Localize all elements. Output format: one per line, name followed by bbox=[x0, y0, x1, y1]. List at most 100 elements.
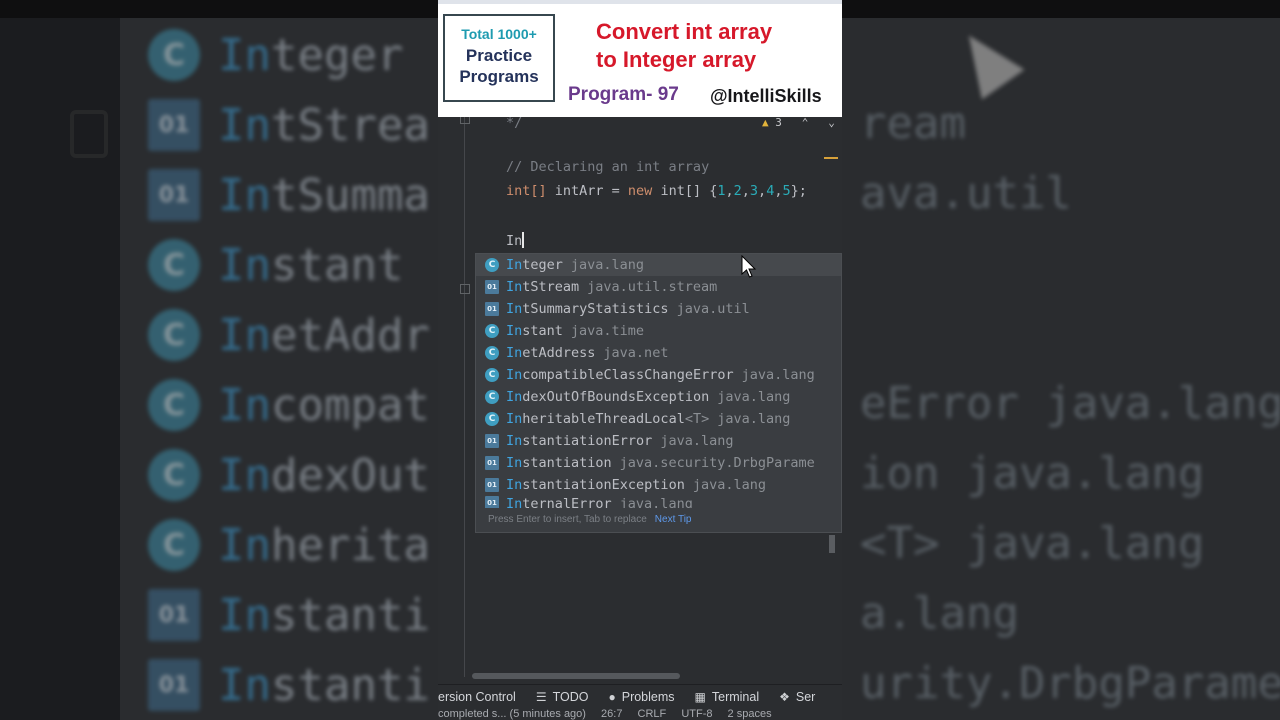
indent-setting[interactable]: 2 spaces bbox=[728, 708, 772, 720]
chevron-up-icon[interactable]: ⌃ bbox=[789, 116, 809, 129]
completion-name: teger bbox=[522, 257, 563, 273]
background-match: In bbox=[218, 239, 271, 291]
interface-icon: 01 bbox=[148, 99, 200, 151]
background-match: In bbox=[218, 169, 271, 221]
next-tip-link[interactable]: Next Tip bbox=[655, 514, 692, 525]
inspection-widget[interactable]: ▲ 3 ⌃ ⌄ bbox=[762, 116, 835, 129]
background-fragment: urity.DrbgParame bbox=[860, 658, 1280, 709]
completion-match: In bbox=[506, 345, 523, 361]
services-icon: ❖ bbox=[779, 690, 790, 704]
background-match: In bbox=[218, 519, 271, 571]
background-fragment: <T> java.lang bbox=[860, 518, 1205, 569]
banner-stripe bbox=[438, 0, 842, 4]
completion-name: stantiationError bbox=[522, 433, 653, 449]
class-icon: C bbox=[485, 368, 499, 382]
completion-item[interactable]: 01 In tSummaryStatistics java.util bbox=[476, 298, 841, 320]
completion-item[interactable]: C In heritableThreadLocal <T> java.lang bbox=[476, 408, 841, 430]
background-name: stant bbox=[270, 239, 404, 291]
typed-text: In bbox=[506, 233, 523, 249]
tool-problems-label: Problems bbox=[621, 690, 675, 704]
background-match: In bbox=[218, 589, 271, 641]
fold-marker-icon[interactable] bbox=[460, 284, 470, 294]
completion-generic: <T> bbox=[684, 411, 710, 427]
completion-match: In bbox=[506, 477, 523, 493]
completion-item[interactable]: C In teger java.lang bbox=[476, 254, 841, 276]
badge-total: Total 1000+ bbox=[461, 26, 537, 42]
completion-item[interactable]: C In compatibleClassChangeError java.lang bbox=[476, 364, 841, 386]
tool-todo-label: TODO bbox=[552, 690, 589, 704]
background-name: stanti bbox=[270, 659, 430, 711]
video-frame: Total 1000+ Practice Programs Convert in… bbox=[438, 0, 842, 720]
completion-package: java.lang bbox=[692, 477, 766, 493]
interface-icon: 01 bbox=[485, 302, 499, 316]
background-fragment: a.lang bbox=[860, 588, 1019, 639]
decl-num: 3 bbox=[749, 183, 759, 199]
class-icon: C bbox=[485, 346, 499, 360]
completion-item[interactable]: C In dexOutOfBoundsException java.lang bbox=[476, 386, 841, 408]
tool-version-control[interactable]: ersion Control bbox=[438, 690, 516, 704]
warning-count: 3 bbox=[775, 116, 782, 129]
tool-problems[interactable]: ● Problems bbox=[608, 690, 674, 704]
completion-item[interactable]: C In stant java.time bbox=[476, 320, 841, 342]
file-encoding[interactable]: UTF-8 bbox=[681, 708, 712, 720]
background-name: tSumma bbox=[270, 169, 430, 221]
decl-type: int[] bbox=[506, 183, 547, 199]
tool-services[interactable]: ❖ Ser bbox=[779, 690, 815, 704]
background-match: In bbox=[218, 99, 271, 151]
completion-item[interactable]: 01 In stantiation java.security.DrbgParame bbox=[476, 452, 841, 474]
tool-todo[interactable]: ☰ TODO bbox=[536, 690, 589, 704]
decl-num: 2 bbox=[733, 183, 742, 199]
mouse-cursor-icon bbox=[741, 255, 757, 278]
caret-position[interactable]: 26:7 bbox=[601, 708, 622, 720]
interface-icon: 01 bbox=[148, 169, 200, 221]
code-comment: // Declaring an int array bbox=[506, 159, 710, 175]
completion-name: dexOutOfBoundsException bbox=[522, 389, 710, 405]
title-banner: Total 1000+ Practice Programs Convert in… bbox=[438, 0, 842, 117]
code-completion-popup[interactable]: C In teger java.lang 01 In tStream java.util.st… bbox=[475, 253, 842, 533]
completion-match: In bbox=[506, 323, 523, 339]
text-caret bbox=[522, 232, 525, 248]
background-fragment: ava.util bbox=[860, 168, 1072, 219]
error-stripe-mark[interactable] bbox=[824, 157, 838, 159]
interface-icon: 01 bbox=[485, 280, 499, 294]
completion-scrollbar[interactable] bbox=[829, 535, 835, 553]
background-match: In bbox=[218, 379, 271, 431]
problems-icon: ● bbox=[608, 690, 616, 704]
completion-item[interactable]: 01 In stantiationException java.lang bbox=[476, 474, 841, 496]
class-icon: C bbox=[485, 324, 499, 338]
completion-name: tStream bbox=[522, 279, 580, 295]
completion-name: compatibleClassChangeError bbox=[522, 367, 734, 383]
completion-package: java.net bbox=[603, 345, 669, 361]
completion-item[interactable]: 01 In stantiationError java.lang bbox=[476, 430, 841, 452]
program-number: Program- 97 bbox=[568, 84, 679, 105]
code-typing-line[interactable]: In bbox=[506, 232, 525, 249]
headline-line-2: to Integer array bbox=[596, 47, 757, 72]
chevron-down-icon[interactable]: ⌄ bbox=[815, 116, 835, 129]
completion-list[interactable]: C In teger java.lang 01 In tStream java.util.st… bbox=[476, 254, 841, 508]
class-icon: C bbox=[148, 239, 200, 291]
status-bar: completed s... (5 minutes ago) 26:7 CRLF… bbox=[438, 708, 842, 720]
completion-match: In bbox=[506, 411, 523, 427]
completion-match: In bbox=[506, 301, 523, 317]
fold-marker-icon[interactable] bbox=[460, 117, 470, 124]
channel-handle: @IntelliSkills bbox=[710, 86, 822, 106]
completion-match: In bbox=[506, 433, 523, 449]
completion-item[interactable]: 01 In tStream java.util.stream bbox=[476, 276, 841, 298]
tool-services-label: Ser bbox=[795, 690, 816, 704]
background-fragment: ream bbox=[860, 98, 966, 149]
completion-hint: Press Enter to insert, Tab to replace bbox=[488, 513, 647, 525]
tool-terminal[interactable]: ▦ Terminal bbox=[695, 690, 760, 704]
warning-icon: ▲ bbox=[762, 116, 769, 129]
horizontal-scrollbar[interactable] bbox=[472, 673, 680, 679]
completion-package: java.lang bbox=[660, 433, 734, 449]
line-separator[interactable]: CRLF bbox=[638, 708, 667, 720]
completion-name: etAddress bbox=[522, 345, 596, 361]
status-message[interactable]: completed s... (5 minutes ago) bbox=[438, 708, 586, 720]
background-fragment: ion java.lang bbox=[860, 448, 1205, 499]
completion-name: tSummaryStatistics bbox=[522, 301, 669, 317]
background-name: herita bbox=[270, 519, 430, 571]
class-icon: C bbox=[148, 29, 200, 81]
completion-item[interactable]: C In etAddress java.net bbox=[476, 342, 841, 364]
class-icon: C bbox=[148, 379, 200, 431]
class-icon: C bbox=[485, 412, 499, 426]
